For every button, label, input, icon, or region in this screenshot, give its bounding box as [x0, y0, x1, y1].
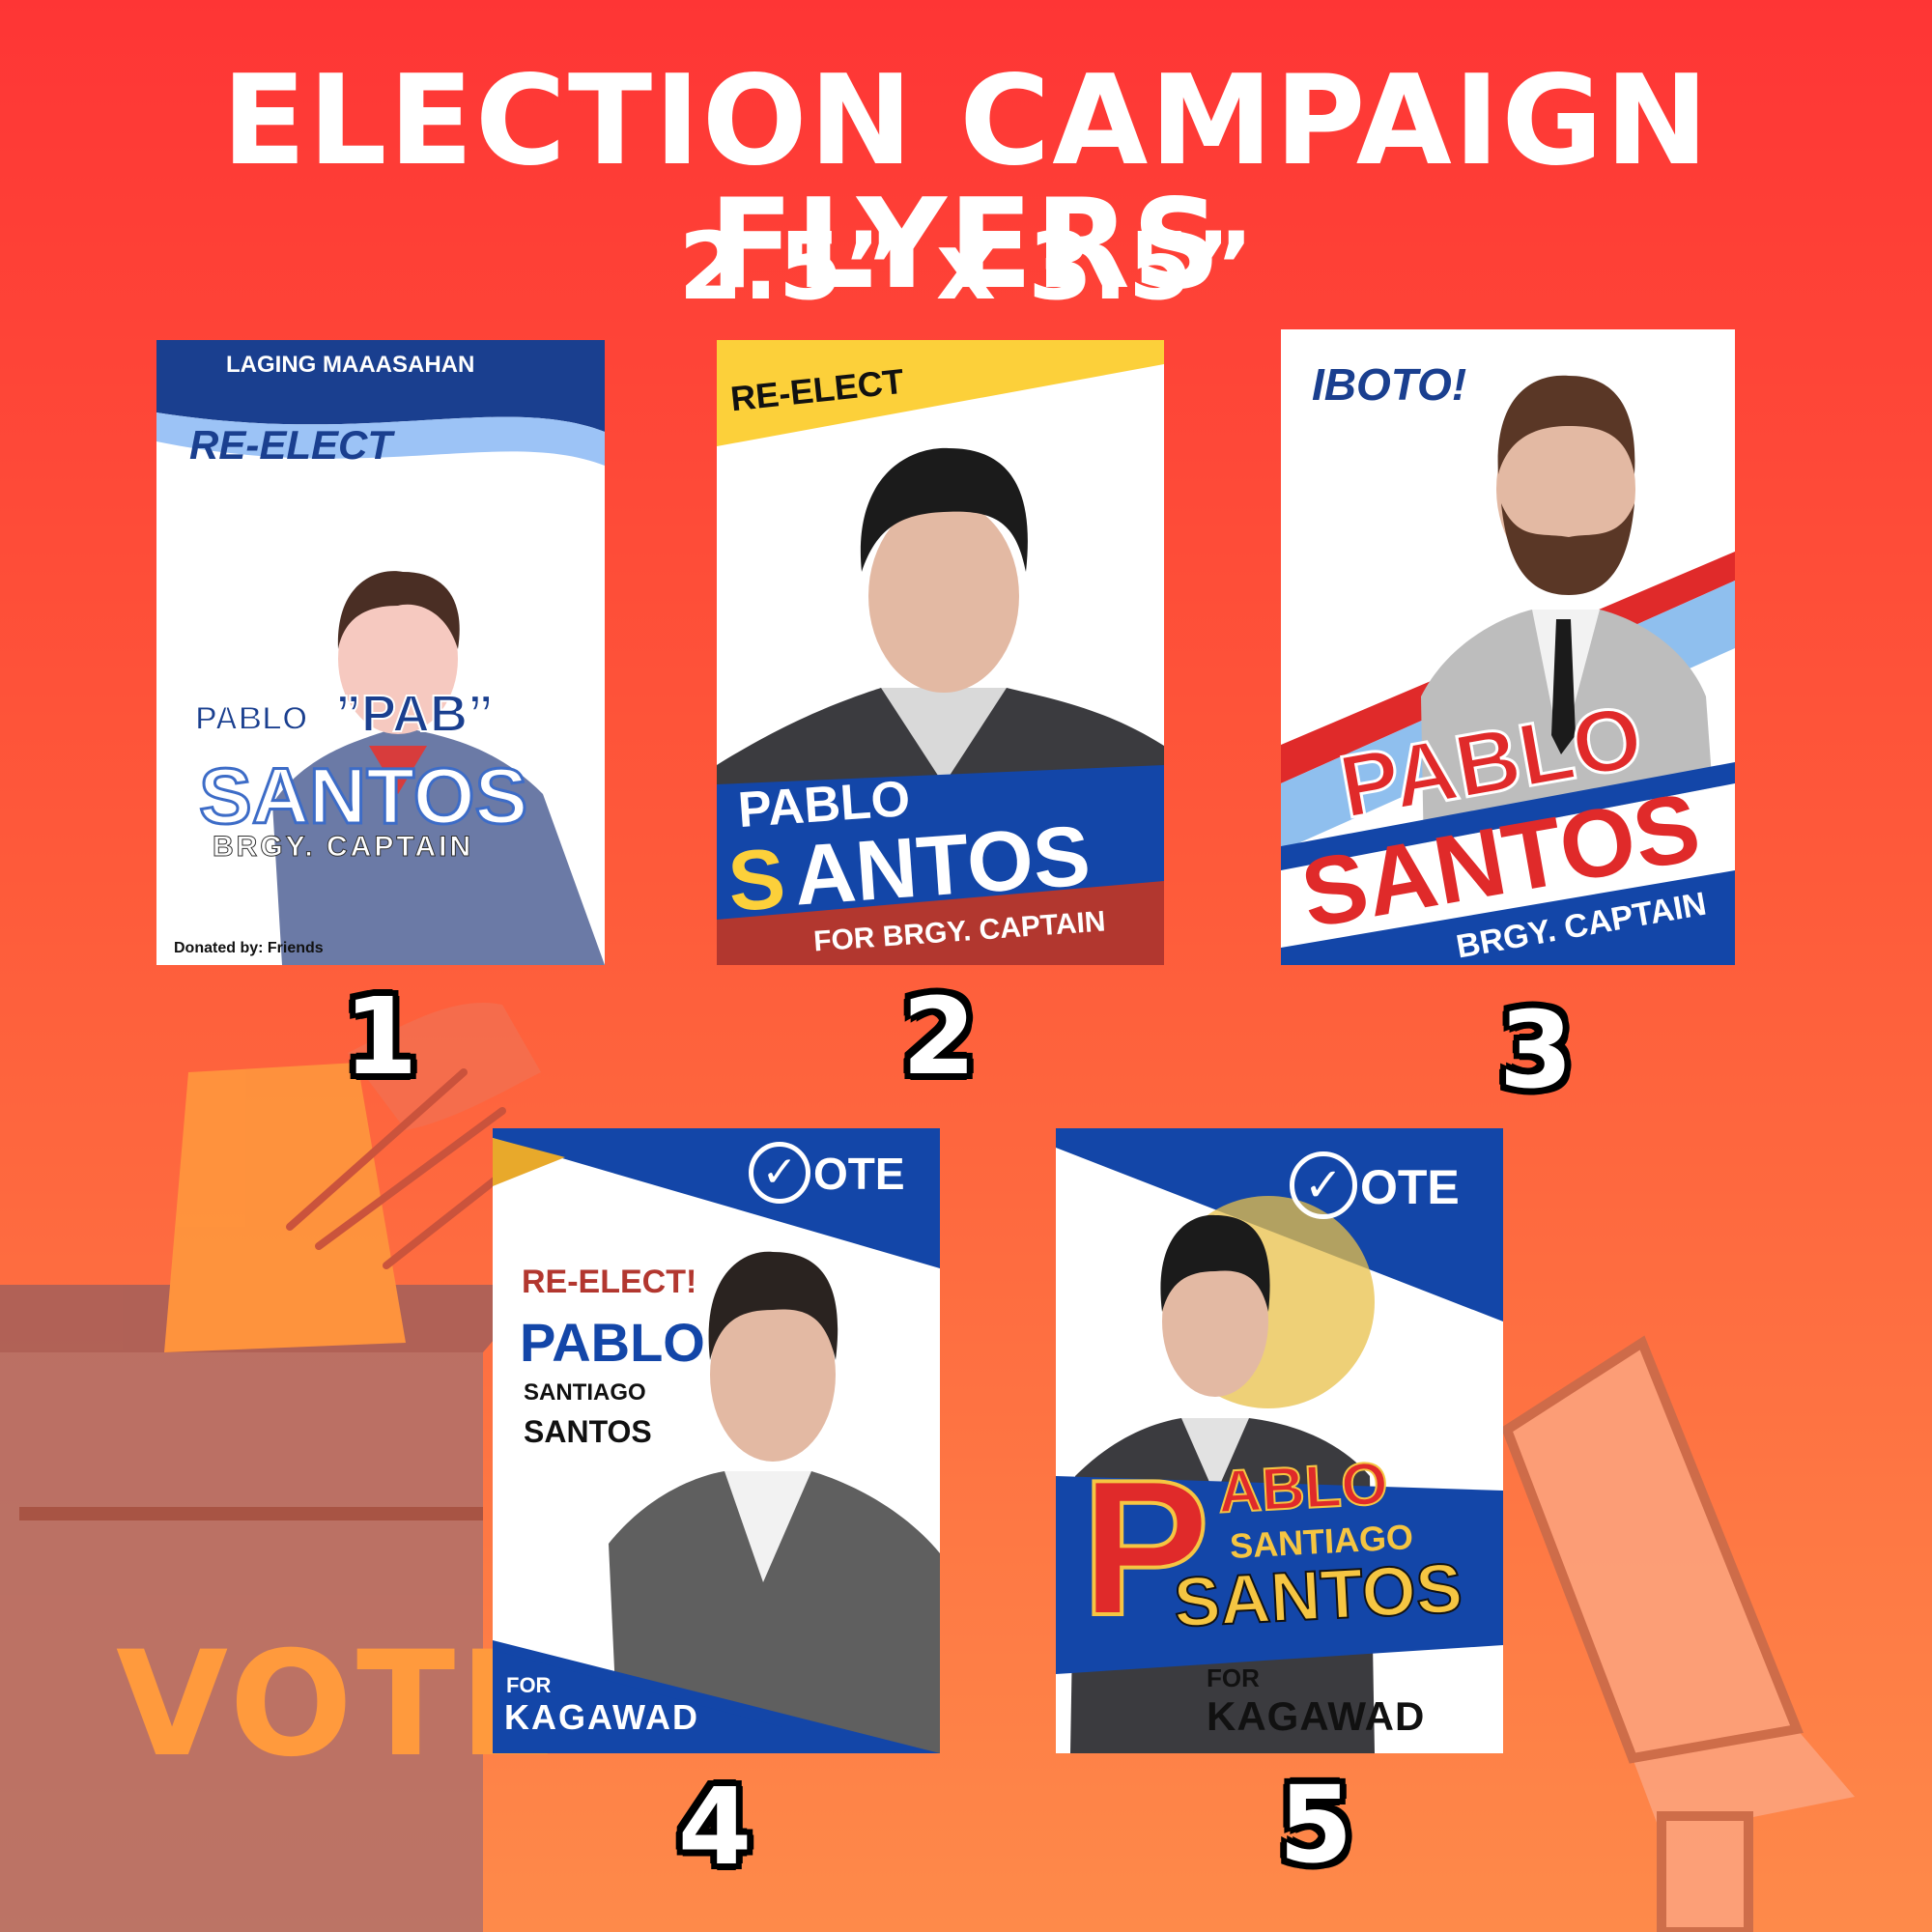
flyer-4-vote-label: OTE [813, 1149, 905, 1199]
flyer-5-vote-check-icon: ✓ [1290, 1151, 1357, 1219]
flyer-1-banner: LAGING MAAASAHAN [226, 352, 475, 378]
flyer-3-tagline: IBOTO! [1312, 359, 1467, 410]
flyer-4-number: 4 [677, 1765, 753, 1889]
flyer-4-vote-check-icon: ✓ [749, 1142, 810, 1204]
flyer-4-tagline: RE-ELECT! [522, 1264, 697, 1300]
candidate-face [868, 499, 1019, 693]
flyer-5-position: KAGAWAD [1207, 1693, 1426, 1739]
flyer-2-number: 2 [901, 975, 977, 1098]
flyer-1[interactable]: LAGING MAAASAHAN RE-ELECT PABLO ”PAB” SA… [156, 340, 605, 965]
flyer-4-first-name: PABLO [520, 1312, 705, 1373]
ballot-box-icon [0, 1003, 541, 1932]
flyer-1-last-name: SANTOS [197, 753, 528, 840]
flyer-1-nickname: ”PAB” [334, 685, 495, 743]
megaphone-icon [1500, 1335, 1855, 1932]
flyer-4-last-name: SANTOS [524, 1414, 652, 1449]
flyer-1-footer: Donated by: Friends [174, 940, 324, 956]
flyer-3-number: 3 [1498, 988, 1574, 1112]
flyer-4-position-prefix: FOR [506, 1673, 552, 1697]
flyer-4-position: KAGAWAD [504, 1697, 699, 1737]
flyer-2-last-name-rest: ANTOS [790, 807, 1094, 923]
flyer-1-position: BRGY. CAPTAIN [212, 831, 474, 863]
flyer-4[interactable]: ✓ OTE RE-ELECT! PABLO SANTIAGO SANTOS FO… [493, 1128, 940, 1753]
flyer-2[interactable]: RE-ELECT PABLO S ANTOS FOR BRGY. CAPTAIN [717, 340, 1164, 965]
flyer-2-last-name-initial: S [724, 830, 789, 929]
flyer-5-vote-label: OTE [1360, 1160, 1460, 1214]
flyer-5-last-name: SANTOS [1171, 1548, 1465, 1643]
flyer-4-middle-name: SANTIAGO [524, 1379, 646, 1406]
flyer-5-first-name-rest: ABLO [1215, 1449, 1390, 1526]
page-subtitle: 2.5” x 3.5” [678, 213, 1254, 321]
flyer-1-number: 1 [343, 975, 418, 1098]
flyer-5[interactable]: ✓ OTE P ABLO SANTIAGO SANTOS FOR KAGAWAD [1056, 1128, 1503, 1753]
flyer-1-first-name: PABLO [194, 700, 308, 737]
flyer-5-number: 5 [1278, 1763, 1353, 1887]
flyer-3[interactable]: IBOTO! PABLO SANTOS BRGY. CAPTAIN [1281, 329, 1735, 965]
flyer-5-position-prefix: FOR [1207, 1663, 1260, 1692]
flyer-1-tagline: RE-ELECT [189, 422, 392, 468]
